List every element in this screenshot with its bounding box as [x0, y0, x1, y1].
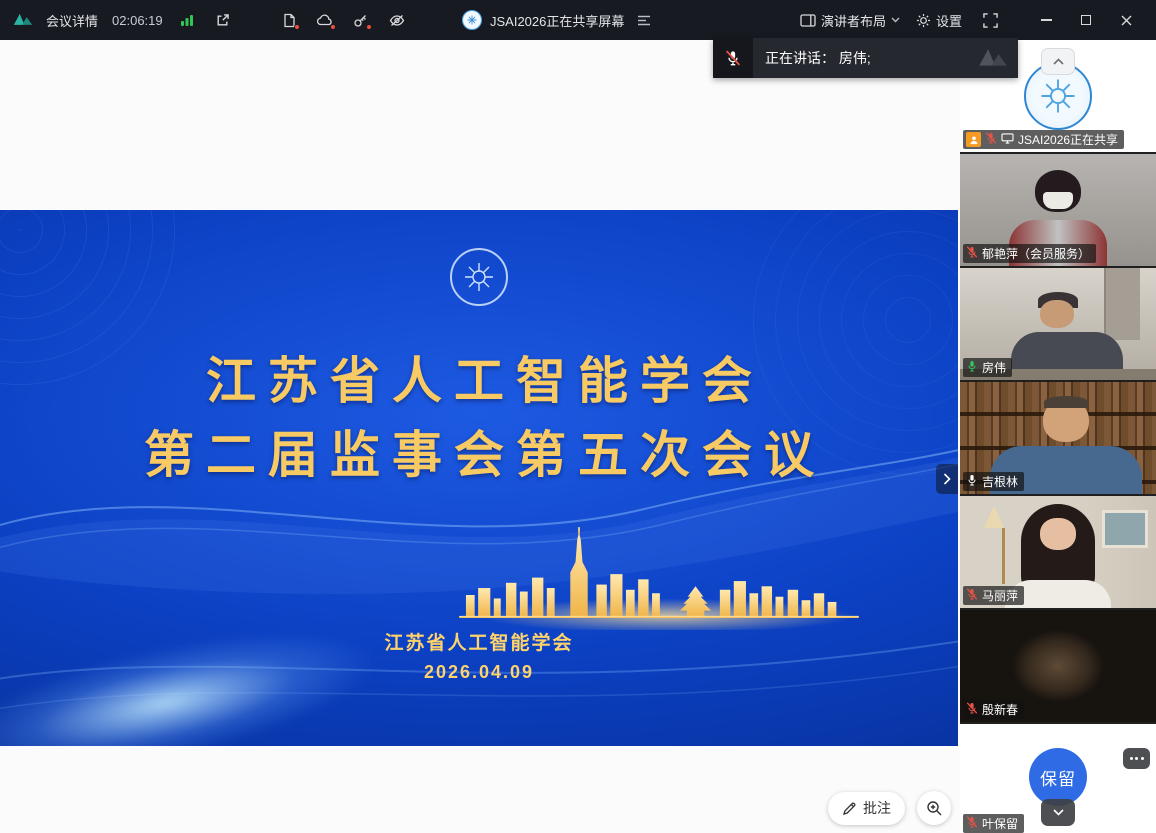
chevron-up-icon [1053, 58, 1064, 65]
app-logo-icon [12, 11, 34, 29]
screen-share-icon [1001, 133, 1014, 147]
notification-dot [294, 24, 300, 30]
sharing-org-logo [462, 10, 482, 30]
slide-title: 江苏省人工智能学会 第二届监事会第五次会议 [0, 344, 958, 492]
settings-button[interactable]: 设置 [916, 11, 962, 30]
avatar: 保留 [1029, 748, 1087, 806]
mic-active-icon [966, 360, 978, 375]
participant-tile[interactable]: 吉根林 [960, 382, 1156, 494]
participant-name-badge: 房伟 [963, 358, 1012, 377]
slide-title-line1: 江苏省人工智能学会 [12, 344, 958, 418]
participant-name-badge: 郁艳萍（会员服务） [963, 244, 1096, 263]
speaking-name: 房伟; [839, 50, 871, 66]
notification-dot [366, 24, 372, 30]
participant-name: JSAI2026正在共享 [1018, 133, 1118, 147]
layout-selector-button[interactable]: 演讲者布局 [800, 11, 900, 30]
meeting-timer: 02:06:19 [112, 13, 163, 28]
mic-muted-icon [966, 816, 978, 831]
maximize-button[interactable] [1066, 0, 1106, 40]
participant-name-badge: JSAI2026正在共享 [963, 130, 1124, 149]
ellipsis-icon [1130, 757, 1133, 760]
cloud-record-icon[interactable] [313, 8, 337, 32]
gear-icon [916, 13, 931, 28]
speaking-text: 正在讲话： 房伟; [765, 48, 871, 68]
more-options-button[interactable] [1123, 748, 1150, 769]
annotate-button[interactable]: 批注 [828, 792, 905, 825]
slide-title-line2: 第二届监事会第五次会议 [12, 418, 958, 492]
host-icon [966, 132, 981, 147]
participant-tile-speaking[interactable]: 房伟 [960, 268, 1156, 380]
participant-name: 吉根林 [982, 475, 1018, 489]
slide-footer-org: 江苏省人工智能学会 [0, 628, 958, 655]
participant-tile[interactable]: 马丽萍 [960, 496, 1156, 608]
notification-dot [330, 24, 336, 30]
meeting-details-label: 会议详情 [46, 11, 98, 30]
toolbar-toggle-icon[interactable] [632, 8, 656, 32]
participant-name-badge: 马丽萍 [963, 586, 1024, 605]
mic-icon [966, 474, 978, 489]
docs-icon[interactable] [277, 8, 301, 32]
share-status-title: JSAI2026正在共享屏幕 [490, 11, 624, 30]
chevron-right-icon [943, 473, 951, 485]
annotate-label: 批注 [863, 798, 891, 818]
layout-label: 演讲者布局 [821, 11, 886, 30]
speaking-toast: 正在讲话： 房伟; [713, 38, 1018, 78]
slide-footer: 江苏省人工智能学会 2026.04.09 [0, 628, 958, 683]
meeting-window: 会议详情 02:06:19 [0, 0, 1156, 833]
security-key-icon[interactable] [349, 8, 373, 32]
settings-label: 设置 [936, 11, 962, 30]
participant-name-badge: 叶保留 [963, 814, 1024, 833]
participant-name: 郁艳萍（会员服务） [982, 247, 1090, 261]
mic-muted-icon [966, 246, 978, 261]
mic-muted-icon [985, 132, 997, 147]
mic-muted-icon [713, 38, 753, 78]
minimize-icon [1041, 19, 1052, 21]
scroll-down-button[interactable] [1041, 799, 1075, 826]
eye-off-icon[interactable] [385, 8, 409, 32]
chevron-down-icon [891, 17, 900, 23]
participant-name-badge: 吉根林 [963, 472, 1024, 491]
zoom-button[interactable] [917, 791, 951, 825]
slide-emblem [450, 248, 508, 306]
pen-icon [842, 801, 857, 816]
presentation-slide: 江苏省人工智能学会 第二届监事会第五次会议 [0, 210, 958, 746]
sidebar-collapse-handle[interactable] [936, 464, 958, 494]
network-signal-icon[interactable] [175, 8, 199, 32]
minimize-button[interactable] [1026, 0, 1066, 40]
slide-skyline [459, 520, 859, 630]
share-status: JSAI2026正在共享屏幕 [462, 0, 656, 40]
watermark-logo [976, 45, 1010, 72]
meeting-details-button[interactable]: 会议详情 [46, 11, 98, 30]
participant-name: 殷新春 [982, 703, 1018, 717]
top-bar: 会议详情 02:06:19 [0, 0, 1156, 40]
shared-screen-area: 江苏省人工智能学会 第二届监事会第五次会议 [0, 40, 960, 833]
participant-name: 房伟 [982, 361, 1006, 375]
speaking-prefix: 正在讲话： [765, 50, 835, 66]
open-external-icon[interactable] [211, 8, 235, 32]
fullscreen-icon[interactable] [978, 8, 1002, 32]
chevron-down-icon [1053, 809, 1064, 816]
close-icon [1121, 15, 1132, 26]
mic-muted-icon [966, 702, 978, 717]
slide-footer-date: 2026.04.09 [0, 662, 958, 683]
participant-name: 叶保留 [982, 817, 1018, 831]
maximize-icon [1081, 15, 1091, 25]
participant-tile[interactable]: 郁艳萍（会员服务） [960, 154, 1156, 266]
participant-tile[interactable]: 殷新春 [960, 610, 1156, 722]
participants-sidebar: JSAI2026正在共享 郁艳萍（会员服务） [960, 40, 1156, 833]
participant-name: 马丽萍 [982, 589, 1018, 603]
annotation-toolbar: 批注 [828, 791, 951, 825]
participant-name-badge: 殷新春 [963, 700, 1024, 719]
collapse-strip-button[interactable] [1041, 48, 1075, 75]
mic-muted-icon [966, 588, 978, 603]
magnifier-plus-icon [926, 800, 943, 817]
close-button[interactable] [1106, 0, 1146, 40]
